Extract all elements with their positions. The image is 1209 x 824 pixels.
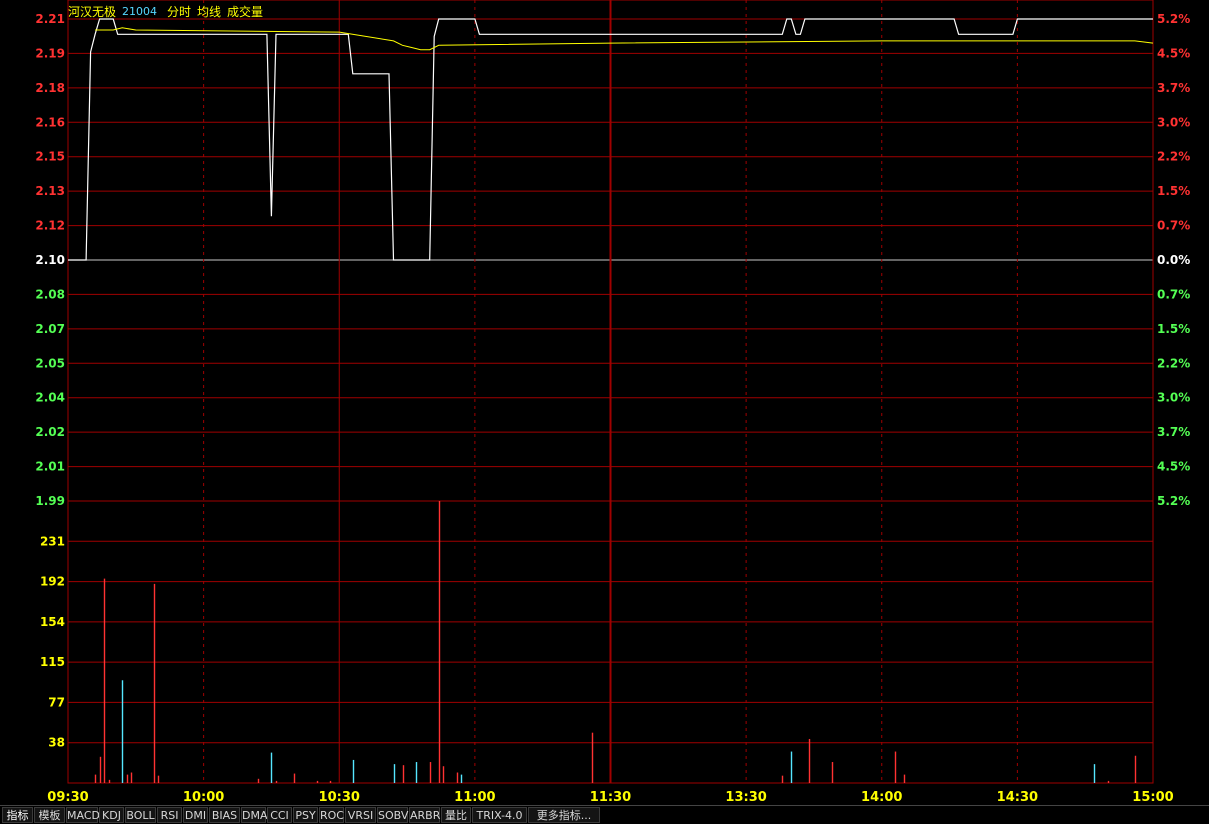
- legend-volume-label: 成交量: [227, 4, 264, 19]
- price-tick-label: 2.13: [35, 184, 65, 198]
- time-tick-label: 11:30: [590, 790, 631, 805]
- tab-indicators[interactable]: 指标: [2, 807, 33, 823]
- time-tick-label: 10:30: [319, 790, 360, 805]
- price-tick-label: 2.21: [35, 12, 65, 26]
- time-tick-label: 13:30: [725, 790, 766, 805]
- price-tick-label: 2.04: [35, 391, 65, 405]
- time-tick-label: 14:00: [861, 790, 902, 805]
- tab-bias[interactable]: BIAS: [209, 807, 240, 823]
- percent-tick-label: 3.7%: [1157, 81, 1190, 95]
- indicator-tab-bar: 指标 模板 MACD KDJ BOLL RSI DMI BIAS DMA CCI…: [0, 805, 1209, 824]
- tab-templates[interactable]: 模板: [34, 807, 65, 823]
- percent-tick-label: 1.5%: [1157, 322, 1190, 336]
- tab-roc[interactable]: ROC: [319, 807, 344, 823]
- volume-tick-label: 192: [40, 575, 65, 589]
- tab-trix[interactable]: TRIX-4.0: [472, 807, 527, 823]
- volume-tick-label: 231: [40, 534, 65, 548]
- percent-tick-label: 2.2%: [1157, 356, 1190, 370]
- tab-sobv[interactable]: SOBV: [377, 807, 408, 823]
- tab-more-indicators[interactable]: 更多指标...: [528, 807, 600, 823]
- stock-name[interactable]: 河汉无极: [68, 3, 116, 20]
- time-tick-label: 09:30: [47, 790, 88, 805]
- percent-tick-label: 3.0%: [1157, 391, 1190, 405]
- time-tick-label: 11:00: [454, 790, 495, 805]
- price-tick-label: 1.99: [35, 494, 65, 508]
- stock-code: 21004: [122, 4, 158, 18]
- tab-volume-ratio[interactable]: 量比: [441, 807, 471, 823]
- tab-cci[interactable]: CCI: [267, 807, 292, 823]
- percent-tick-label: 3.0%: [1157, 115, 1190, 129]
- percent-tick-label: 5.2%: [1157, 12, 1190, 26]
- price-tick-label: 2.12: [35, 219, 65, 233]
- price-tick-label: 2.18: [35, 81, 65, 95]
- percent-tick-label: 5.2%: [1157, 494, 1190, 508]
- percent-tick-label: 1.5%: [1157, 184, 1190, 198]
- volume-tick-label: 38: [48, 736, 65, 750]
- tab-dma[interactable]: DMA: [241, 807, 268, 823]
- percent-tick-label: 4.5%: [1157, 460, 1190, 474]
- price-tick-label: 2.07: [35, 322, 65, 336]
- price-tick-label: 2.01: [35, 460, 65, 474]
- time-tick-label: 10:00: [183, 790, 224, 805]
- volume-tick-label: 115: [40, 655, 65, 669]
- percent-tick-label: 4.5%: [1157, 46, 1190, 60]
- price-tick-label: 2.16: [35, 115, 65, 129]
- tab-boll[interactable]: BOLL: [125, 807, 156, 823]
- percent-tick-label: 0.7%: [1157, 287, 1190, 301]
- intraday-chart: 2.21 5.2% 2.19 4.5% 2.18 3.7% 2.16 3.0% 2.15 2.2%…: [35, 0, 1190, 805]
- price-tick-label: 2.10: [35, 253, 65, 267]
- tab-dmi[interactable]: DMI: [183, 807, 208, 823]
- price-tick-label: 2.19: [35, 46, 65, 60]
- time-tick-label: 15:00: [1132, 790, 1173, 805]
- tab-vrsi[interactable]: VRSI: [345, 807, 376, 823]
- price-tick-label: 2.15: [35, 150, 65, 164]
- tab-kdj[interactable]: KDJ: [99, 807, 124, 823]
- tab-macd[interactable]: MACD: [66, 807, 100, 823]
- legend-time-label: 分时: [167, 4, 192, 19]
- average-line: [95, 27, 1154, 51]
- price-tick-label: 2.08: [35, 287, 65, 301]
- chart-header: 河汉无极 21004 分时 均线 成交量: [68, 3, 263, 19]
- tab-arbr[interactable]: ARBR: [409, 807, 440, 823]
- tab-rsi[interactable]: RSI: [157, 807, 182, 823]
- time-tick-label: 14:30: [997, 790, 1038, 805]
- percent-tick-label: 0.0%: [1157, 253, 1190, 267]
- percent-tick-label: 0.7%: [1157, 219, 1190, 233]
- percent-tick-label: 3.7%: [1157, 425, 1190, 439]
- legend-avg-label: 均线: [197, 4, 222, 19]
- volume-tick-label: 154: [40, 615, 65, 629]
- percent-tick-label: 2.2%: [1157, 150, 1190, 164]
- tab-psy[interactable]: PSY: [293, 807, 318, 823]
- price-tick-label: 2.05: [35, 356, 65, 370]
- volume-tick-label: 77: [48, 695, 65, 709]
- price-tick-label: 2.02: [35, 425, 65, 439]
